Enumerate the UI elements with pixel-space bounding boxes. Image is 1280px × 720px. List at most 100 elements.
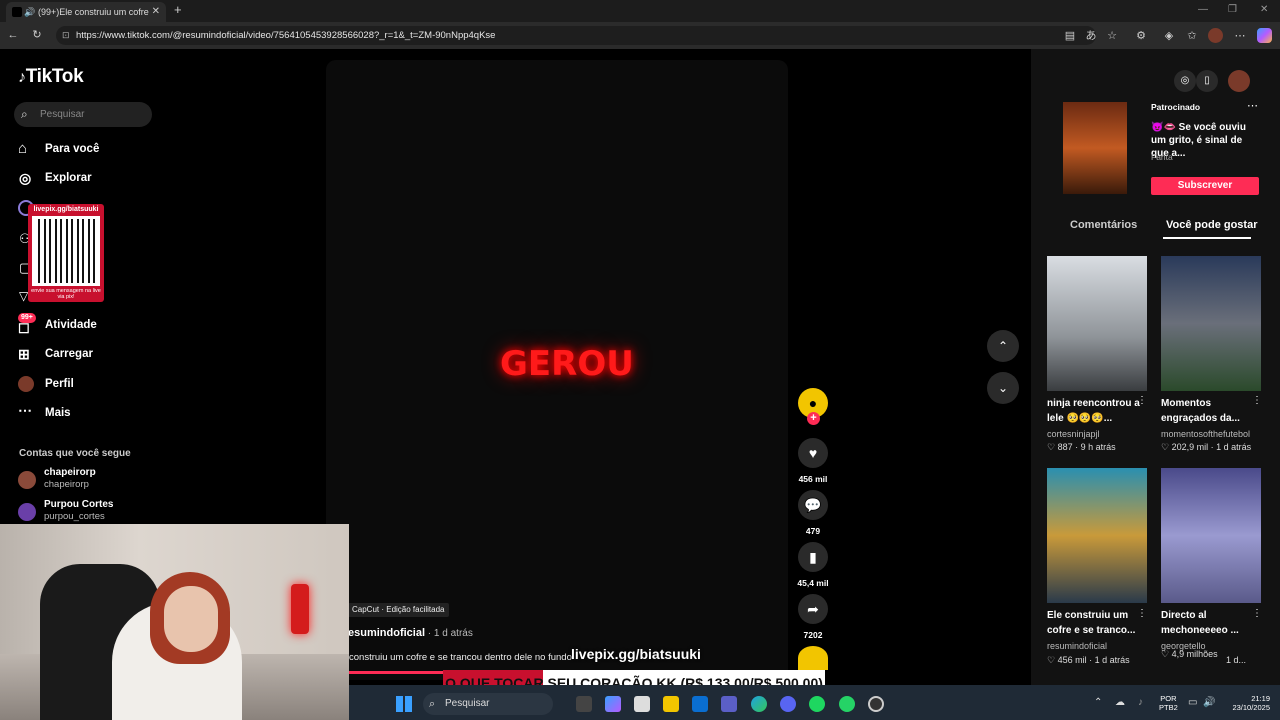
next-video-button[interactable]: ⌄ bbox=[987, 372, 1019, 404]
network-icon[interactable]: ▭ bbox=[1188, 697, 1197, 708]
tiktok-favicon-icon bbox=[12, 7, 22, 17]
nav-label: Para você bbox=[45, 143, 100, 155]
file-explorer-icon[interactable] bbox=[663, 696, 679, 712]
back-icon[interactable]: ← bbox=[6, 28, 20, 42]
card-more-icon[interactable]: ⋮ bbox=[1137, 608, 1147, 619]
minimize-icon[interactable]: — bbox=[1198, 4, 1208, 15]
translate-icon[interactable]: あ bbox=[1084, 29, 1098, 43]
video-username[interactable]: esumindoficial bbox=[348, 627, 425, 639]
nav-mais[interactable]: ⋯ Mais bbox=[18, 402, 71, 424]
extensions-icon[interactable]: ⚙ bbox=[1134, 29, 1148, 43]
card-title[interactable]: Momentos engraçados da... bbox=[1161, 396, 1261, 426]
clock[interactable]: 21:19 23/10/2025 bbox=[1220, 694, 1270, 712]
follow-plus-icon[interactable]: + bbox=[807, 412, 820, 425]
favorite-star-icon[interactable]: ☆ bbox=[1105, 29, 1119, 43]
card-title[interactable]: Ele construiu um cofre e se tranco... bbox=[1047, 608, 1147, 638]
video-thumbnail[interactable] bbox=[1161, 256, 1261, 391]
nav-perfil[interactable]: Perfil bbox=[18, 373, 74, 395]
volume-icon[interactable]: 🔊 bbox=[1203, 697, 1215, 708]
copilot-icon[interactable] bbox=[1257, 28, 1272, 43]
tab-voce-pode-gostar[interactable]: Você pode gostar bbox=[1166, 219, 1257, 231]
close-tab-icon[interactable]: ✕ bbox=[152, 2, 160, 22]
whatsapp-icon[interactable] bbox=[839, 696, 855, 712]
profile-avatar[interactable] bbox=[1208, 28, 1223, 43]
reader-icon[interactable]: ▤ bbox=[1063, 29, 1077, 43]
comment-action[interactable]: 💬 479 bbox=[797, 490, 829, 536]
card-stats: ♡ 4,9 milhões bbox=[1161, 649, 1236, 660]
qr-code-icon bbox=[32, 216, 100, 286]
card-more-icon[interactable]: ⋮ bbox=[1252, 608, 1262, 619]
avatar bbox=[18, 376, 34, 392]
heart-icon[interactable]: ♥ bbox=[798, 438, 828, 468]
search-input[interactable]: ⌕ Pesquisar bbox=[14, 102, 152, 127]
avatar[interactable] bbox=[1228, 70, 1250, 92]
card-user[interactable]: cortesninjapjl bbox=[1047, 429, 1100, 439]
heart-icon: ♡ bbox=[1161, 649, 1170, 659]
card-title[interactable]: ninja reencontrou a lele 🥺🥺🥺... bbox=[1047, 396, 1147, 426]
like-action[interactable]: ♥ 456 mil bbox=[797, 438, 829, 484]
video-author[interactable]: esumindoficial · 1 d atrás bbox=[348, 627, 473, 639]
teams-icon[interactable] bbox=[721, 696, 737, 712]
card-title[interactable]: Directo al mechoneeeeo ... bbox=[1161, 608, 1261, 638]
plus-square-icon: ⊞ bbox=[18, 346, 30, 362]
following-item[interactable]: chapeirorp chapeirorp bbox=[18, 467, 148, 493]
new-tab-icon[interactable]: + bbox=[174, 3, 182, 17]
avatar bbox=[18, 471, 36, 489]
windows-start-icon[interactable] bbox=[396, 696, 412, 712]
edge-icon[interactable] bbox=[751, 696, 767, 712]
spotify-icon[interactable] bbox=[809, 696, 825, 712]
menu-dots-icon[interactable]: ⋯ bbox=[1233, 29, 1247, 43]
tray-chevron-icon[interactable]: ⌃ bbox=[1094, 697, 1102, 708]
lang-code: POR bbox=[1160, 694, 1177, 703]
ad-image[interactable] bbox=[1063, 102, 1127, 194]
url-field[interactable]: ⊡ https://www.tiktok.com/@resumindoficia… bbox=[56, 26, 1096, 45]
tab-comentarios[interactable]: Comentários bbox=[1070, 219, 1137, 231]
mic-tray-icon[interactable]: ♪ bbox=[1138, 697, 1143, 708]
task-view-icon[interactable] bbox=[576, 696, 592, 712]
maximize-icon[interactable]: ❐ bbox=[1228, 4, 1237, 15]
favorites-icon[interactable]: ✩ bbox=[1185, 29, 1199, 43]
nav-carregar[interactable]: ⊞ Carregar bbox=[18, 343, 93, 365]
bookmark-icon[interactable]: ▮ bbox=[798, 542, 828, 572]
nav-atividade[interactable]: ☐ 99+ Atividade bbox=[18, 313, 97, 336]
previous-video-button[interactable]: ⌃ bbox=[987, 330, 1019, 362]
card-more-icon[interactable]: ⋮ bbox=[1137, 395, 1147, 406]
browser-tab[interactable]: 🔊 (99+)Ele construiu um cofre ✕ bbox=[6, 2, 166, 22]
messages-icon[interactable]: ▽ bbox=[19, 289, 28, 303]
video-thumbnail[interactable] bbox=[1047, 256, 1147, 391]
following-title: Contas que você segue bbox=[19, 448, 131, 459]
subscribe-button[interactable]: Subscrever bbox=[1151, 177, 1259, 195]
bookmark-action[interactable]: ▮ 45,4 mil bbox=[797, 542, 829, 588]
capcut-tag[interactable]: CapCut · Edição facilitada bbox=[348, 603, 449, 617]
comment-icon[interactable]: 💬 bbox=[798, 490, 828, 520]
device-icon[interactable]: ▯ bbox=[1196, 70, 1218, 92]
nav-para-voce[interactable]: ⌂ Para você bbox=[18, 138, 99, 160]
card-user[interactable]: resumindoficial bbox=[1047, 641, 1107, 651]
shield-icon[interactable]: ◈ bbox=[1162, 29, 1176, 43]
taskbar-search[interactable]: ⌕ Pesquisar bbox=[423, 693, 553, 715]
video-thumbnail[interactable] bbox=[1047, 468, 1147, 603]
card-user[interactable]: momentosofthefutebol bbox=[1161, 429, 1250, 439]
share-icon[interactable]: ➦ bbox=[798, 594, 828, 624]
discord-icon[interactable] bbox=[780, 696, 796, 712]
store-icon[interactable] bbox=[634, 696, 650, 712]
explore-icon[interactable]: ◎ bbox=[1174, 70, 1196, 92]
speaker-icon[interactable]: 🔊 bbox=[24, 2, 35, 22]
ad-more-icon[interactable]: ⋯ bbox=[1247, 99, 1258, 112]
video-thumbnail[interactable] bbox=[1161, 468, 1261, 603]
cloud-icon[interactable]: ☁ bbox=[1115, 697, 1125, 708]
card-more-icon[interactable]: ⋮ bbox=[1252, 395, 1262, 406]
language-indicator[interactable]: POR PTB2 bbox=[1159, 694, 1178, 712]
obs-icon[interactable] bbox=[868, 696, 884, 712]
share-action[interactable]: ➦ 7202 bbox=[797, 594, 829, 640]
music-disc-icon[interactable] bbox=[798, 646, 828, 670]
copilot-app-icon[interactable] bbox=[605, 696, 621, 712]
following-item[interactable]: Purpou Cortes purpou_cortes bbox=[18, 499, 148, 525]
tiktok-logo[interactable]: ♪TikTok bbox=[18, 66, 84, 88]
close-window-icon[interactable]: ✕ bbox=[1260, 4, 1268, 15]
comment-count: 479 bbox=[805, 526, 821, 536]
reload-icon[interactable]: ↻ bbox=[30, 28, 44, 42]
outlook-icon[interactable] bbox=[692, 696, 708, 712]
compass-icon: ◎ bbox=[19, 170, 32, 186]
nav-explorar[interactable]: ◎ Explorar bbox=[18, 167, 92, 189]
